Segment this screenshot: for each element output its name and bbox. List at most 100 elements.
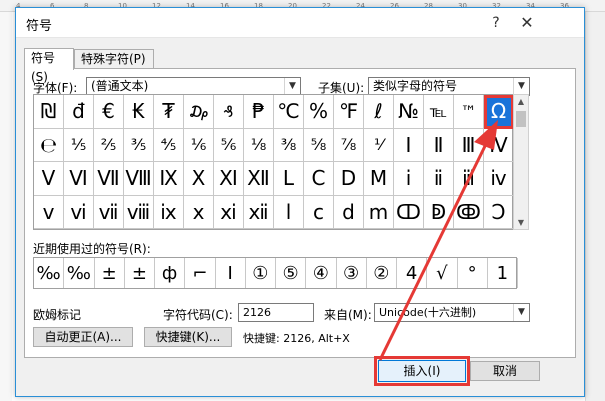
symbol-cell[interactable]: Ⅸ (154, 162, 184, 196)
scroll-down-icon[interactable]: ▼ (514, 218, 528, 227)
symbol-cell[interactable]: Ⅵ (64, 162, 94, 196)
symbol-cell[interactable]: ⅗ (124, 128, 154, 162)
symbol-cell[interactable]: ₭ (124, 95, 154, 129)
symbol-cell[interactable]: ⅼ (274, 195, 304, 229)
symbol-cell[interactable]: ⅶ (94, 195, 124, 229)
symbol-cell[interactable]: Ↄ (484, 195, 514, 229)
symbol-grid-scrollbar[interactable]: ▲ ▼ (513, 94, 529, 230)
symbol-cell[interactable]: ↁ (424, 195, 454, 229)
symbol-cell[interactable]: ⅽ (304, 195, 334, 229)
symbol-cell[interactable]: Ⅶ (94, 162, 124, 196)
scroll-thumb[interactable] (516, 111, 526, 127)
symbol-cell[interactable]: Ⅴ (34, 162, 64, 196)
help-button[interactable]: ? (484, 13, 508, 33)
symbol-cell[interactable]: ⅞ (334, 128, 364, 162)
font-select-value: (普通文本) (91, 79, 149, 93)
recent-symbol-cell[interactable]: ⌐ (185, 258, 216, 288)
symbol-cell[interactable]: Ⅻ (244, 162, 274, 196)
symbol-cell[interactable]: ℃ (274, 95, 304, 129)
recent-symbol-cell[interactable]: ‰ (34, 258, 65, 288)
symbol-cell[interactable]: ₪ (34, 95, 64, 129)
symbol-cell[interactable]: ⅖ (94, 128, 124, 162)
symbol-cell[interactable]: ⅸ (154, 195, 184, 229)
recent-symbol-cell[interactable]: ° (458, 258, 488, 288)
symbol-cell[interactable]: ₯ (184, 95, 214, 129)
symbol-cell[interactable]: ℮ (34, 128, 64, 162)
character-code-input[interactable]: 2126 (238, 303, 314, 322)
symbol-cell[interactable]: ⅘ (154, 128, 184, 162)
symbol-cell[interactable]: Ⅾ (334, 162, 364, 196)
symbol-cell[interactable]: ⅺ (214, 195, 244, 229)
symbol-cell[interactable]: ℡ (424, 95, 454, 129)
symbol-cell[interactable]: ⅱ (424, 162, 454, 196)
symbol-cell[interactable]: Ⅷ (124, 162, 154, 196)
symbol-cell[interactable]: ₱ (244, 95, 274, 129)
symbol-cell[interactable]: ⅿ (364, 195, 394, 229)
subset-select-value: 类似字母的符号 (373, 79, 458, 93)
tab-symbols[interactable]: 符号(S) (24, 48, 74, 84)
symbol-cell[interactable]: Ⅱ (424, 128, 454, 162)
symbol-cell[interactable]: Ⅺ (214, 162, 244, 196)
symbol-cell[interactable]: ⅷ (124, 195, 154, 229)
symbol-cell[interactable]: ⅟ (364, 128, 394, 162)
document-right-margin (585, 12, 605, 401)
insert-button[interactable]: 插入(I) (374, 356, 470, 386)
symbol-cell[interactable]: ⅲ (454, 162, 484, 196)
symbol-cell[interactable]: ⅚ (214, 128, 244, 162)
symbol-cell[interactable]: Ⅿ (364, 162, 394, 196)
autocorrect-button[interactable]: 自动更正(A)... (33, 327, 133, 347)
dialog-titlebar: 符号 ? ✕ (16, 8, 584, 38)
cancel-button[interactable]: 取消 (470, 361, 540, 381)
recent-symbol-cell[interactable]: ± (125, 258, 155, 288)
symbol-cell[interactable]: Ⅰ (394, 128, 424, 162)
recent-symbol-cell[interactable]: ⑤ (276, 258, 307, 288)
symbol-cell[interactable]: Ⅳ (484, 128, 514, 162)
from-select-value: Unicode(十六进制) (379, 306, 477, 319)
document-left-margin (0, 12, 12, 401)
symbol-cell[interactable]: ↂ (454, 195, 484, 229)
recent-symbol-cell[interactable]: 4 (397, 258, 428, 288)
shortcut-key-button[interactable]: 快捷键(K)... (144, 327, 232, 347)
recent-symbol-cell[interactable]: ④ (306, 258, 337, 288)
symbol-cell[interactable]: ™ (454, 95, 484, 129)
symbol-cell[interactable]: Ⅽ (304, 162, 334, 196)
symbol-cell[interactable]: ⅰ (394, 162, 424, 196)
symbol-cell[interactable]: ⅹ (184, 195, 214, 229)
symbol-cell[interactable]: ⅳ (484, 162, 514, 196)
symbol-cell[interactable]: € (94, 95, 124, 129)
symbol-cell[interactable]: ₰ (214, 95, 244, 129)
close-button[interactable]: ✕ (512, 13, 542, 33)
symbol-cell[interactable]: % (304, 95, 334, 129)
symbol-cell[interactable]: Ⅹ (184, 162, 214, 196)
symbol-cell[interactable]: ⅾ (334, 195, 364, 229)
recent-symbol-cell[interactable]: 1 (488, 258, 518, 288)
recent-symbol-cell[interactable]: ‰ (64, 258, 95, 288)
symbol-cell[interactable]: ⅕ (64, 128, 94, 162)
symbol-cell[interactable]: Ⅲ (454, 128, 484, 162)
symbol-cell[interactable]: ⅙ (184, 128, 214, 162)
scroll-up-icon[interactable]: ▲ (514, 97, 528, 106)
recent-symbol-cell[interactable]: √ (427, 258, 458, 288)
recent-symbol-cell[interactable]: ② (367, 258, 397, 288)
symbol-cell[interactable]: ⅵ (64, 195, 94, 229)
tab-special-characters[interactable]: 特殊字符(P) (74, 49, 154, 69)
recent-symbol-cell[interactable]: ± (95, 258, 125, 288)
symbol-cell[interactable]: ⅴ (34, 195, 64, 229)
symbol-cell[interactable]: ⅝ (304, 128, 334, 162)
recent-symbol-cell[interactable]: I (216, 258, 246, 288)
symbol-cell[interactable]: Ⅼ (274, 162, 304, 196)
symbol-cell[interactable]: ↀ (394, 195, 424, 229)
symbol-cell[interactable]: ⅛ (244, 128, 274, 162)
symbol-cell[interactable]: № (394, 95, 424, 129)
from-select[interactable]: Unicode(十六进制) ▼ (374, 303, 530, 322)
symbol-cell[interactable]: ⅻ (244, 195, 274, 229)
recent-symbol-cell[interactable]: ③ (337, 258, 367, 288)
recent-symbol-cell[interactable]: ф (155, 258, 186, 288)
symbol-cell[interactable]: ₮ (154, 95, 184, 129)
symbol-cell[interactable]: ℓ (364, 95, 394, 129)
recent-symbol-cell[interactable]: ① (246, 258, 276, 288)
symbol-cell[interactable]: ⅜ (274, 128, 304, 162)
symbol-cell[interactable]: ℉ (334, 95, 364, 129)
symbol-cell-selected[interactable]: Ω (484, 95, 514, 129)
symbol-cell[interactable]: đ (64, 95, 94, 129)
